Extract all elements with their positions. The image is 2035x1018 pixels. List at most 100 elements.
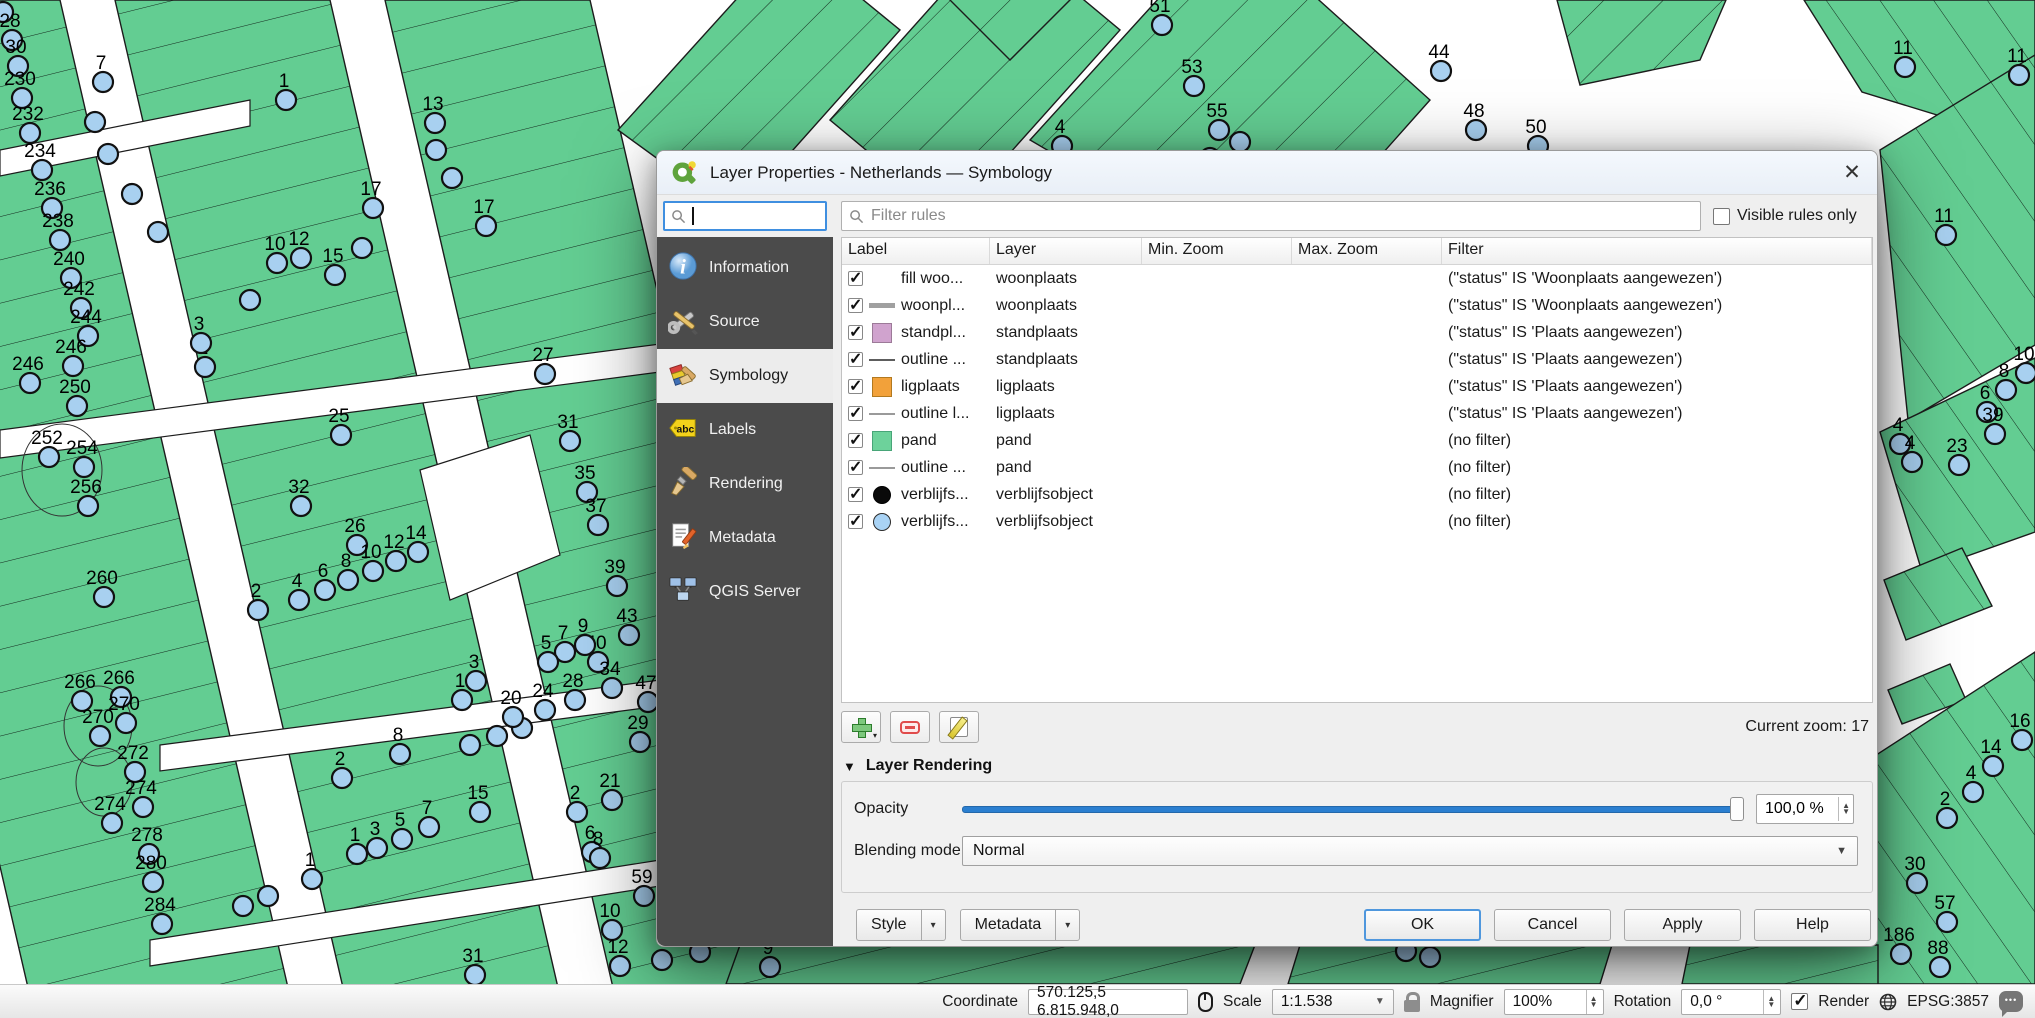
column-header-layer[interactable]: Layer xyxy=(990,238,1142,264)
rule-layer: standplaats xyxy=(990,319,1142,346)
map-marker xyxy=(248,600,268,620)
spinner-arrows-icon[interactable]: ▲▼ xyxy=(1838,797,1853,821)
rule-checkbox[interactable] xyxy=(848,298,863,313)
spinner-arrows-icon[interactable]: ▲▼ xyxy=(1763,990,1778,1014)
coordinate-input[interactable]: 570.125,5 6.815.948,0 xyxy=(1028,989,1188,1015)
dialog-titlebar[interactable]: Layer Properties - Netherlands — Symbolo… xyxy=(657,151,1877,195)
style-button[interactable]: Style xyxy=(856,909,922,941)
map-marker-label: 10 xyxy=(599,901,620,922)
map-marker-label: 6 xyxy=(0,0,6,4)
rule-label: outline ... xyxy=(901,459,966,477)
style-split-button[interactable]: Style ▾ xyxy=(856,909,946,941)
map-marker-label: 266 xyxy=(103,668,135,689)
map-marker-label: 274 xyxy=(94,794,126,815)
rule-row[interactable]: pandpand(no filter) xyxy=(842,427,1872,454)
mouse-extents-icon[interactable] xyxy=(1198,992,1213,1012)
map-marker xyxy=(1907,873,1927,893)
rule-checkbox[interactable] xyxy=(848,271,863,286)
rule-checkbox[interactable] xyxy=(848,460,863,475)
map-marker-label: 13 xyxy=(422,94,443,115)
render-checkbox[interactable] xyxy=(1791,993,1808,1010)
rule-checkbox[interactable] xyxy=(848,514,863,529)
rule-checkbox[interactable] xyxy=(848,406,863,421)
sidebar-item-labels[interactable]: abcLabels xyxy=(657,403,833,457)
map-marker-label: 1 xyxy=(455,671,466,692)
globe-icon[interactable] xyxy=(1879,993,1897,1011)
map-marker xyxy=(392,829,412,849)
rule-label: verblijfs... xyxy=(901,513,969,531)
metadata-split-button[interactable]: Metadata ▾ xyxy=(960,909,1081,941)
rule-checkbox[interactable] xyxy=(848,325,863,340)
map-marker xyxy=(590,848,610,868)
ok-button[interactable]: OK xyxy=(1364,909,1481,941)
add-rule-button[interactable]: ▾ xyxy=(841,711,881,743)
edit-rule-button[interactable] xyxy=(939,711,979,743)
rule-row[interactable]: fill woo...woonplaats("status" IS 'Woonp… xyxy=(842,265,1872,292)
rules-table[interactable]: LabelLayerMin. ZoomMax. ZoomFilter fill … xyxy=(841,237,1873,703)
map-marker xyxy=(452,690,472,710)
remove-rule-button[interactable] xyxy=(890,711,930,743)
layer-rendering-collapse[interactable]: ▼ Layer Rendering xyxy=(843,757,1877,775)
map-marker-label: 1 xyxy=(279,71,290,92)
opacity-slider[interactable] xyxy=(962,794,1744,824)
cancel-button[interactable]: Cancel xyxy=(1494,909,1611,941)
rule-row[interactable]: outline l...ligplaats("status" IS 'Plaat… xyxy=(842,400,1872,427)
map-marker xyxy=(20,123,40,143)
close-icon[interactable]: ✕ xyxy=(1827,151,1877,195)
sidebar-item-source[interactable]: Source xyxy=(657,295,833,349)
metadata-dropdown-arrow[interactable]: ▾ xyxy=(1056,909,1080,941)
map-marker xyxy=(1949,455,1969,475)
column-header-label[interactable]: Label xyxy=(842,238,990,264)
sidebar-item-qgis-server[interactable]: QGIS Server xyxy=(657,565,833,619)
chevron-down-icon: ▼ xyxy=(1375,996,1385,1007)
rule-checkbox[interactable] xyxy=(848,352,863,367)
map-marker-label: 11 xyxy=(1893,38,1913,59)
rule-row[interactable]: outline ...standplaats("status" IS 'Plaa… xyxy=(842,346,1872,373)
map-marker xyxy=(78,496,98,516)
rules-table-header[interactable]: LabelLayerMin. ZoomMax. ZoomFilter xyxy=(842,238,1872,265)
opacity-slider-handle[interactable] xyxy=(1730,797,1744,821)
rule-symbol-swatch xyxy=(869,485,895,505)
sidebar-search-input[interactable] xyxy=(663,201,827,231)
help-button[interactable]: Help xyxy=(1754,909,1871,941)
map-marker-label: 59 xyxy=(631,867,652,888)
style-dropdown-arrow[interactable]: ▾ xyxy=(922,909,946,941)
messages-icon[interactable]: ••• xyxy=(1999,991,2023,1012)
sidebar-item-rendering[interactable]: Rendering xyxy=(657,457,833,511)
sidebar-item-symbology[interactable]: Symbology xyxy=(657,349,833,403)
map-marker xyxy=(289,590,309,610)
rule-row[interactable]: verblijfs...verblijfsobject(no filter) xyxy=(842,508,1872,535)
column-header-filter[interactable]: Filter xyxy=(1442,238,1872,264)
magnifier-label: Magnifier xyxy=(1430,993,1494,1011)
visible-rules-checkbox[interactable] xyxy=(1713,208,1730,225)
map-marker xyxy=(122,184,142,204)
rule-row[interactable]: ligplaatsligplaats("status" IS 'Plaats a… xyxy=(842,373,1872,400)
minus-icon xyxy=(900,721,920,734)
magnifier-spinbox[interactable]: 100% ▲▼ xyxy=(1504,989,1604,1015)
sidebar-item-metadata[interactable]: Metadata xyxy=(657,511,833,565)
apply-button[interactable]: Apply xyxy=(1624,909,1741,941)
lock-icon[interactable] xyxy=(1404,1000,1420,1012)
rule-label: pand xyxy=(901,432,937,450)
scale-select[interactable]: 1:1.538 ▼ xyxy=(1272,989,1394,1015)
rule-row[interactable]: woonpl...woonplaats("status" IS 'Woonpla… xyxy=(842,292,1872,319)
rule-checkbox[interactable] xyxy=(848,433,863,448)
metadata-button[interactable]: Metadata xyxy=(960,909,1057,941)
sidebar-item-information[interactable]: iInformation xyxy=(657,241,833,295)
rotation-spinbox[interactable]: 0,0 ° ▲▼ xyxy=(1681,989,1781,1015)
opacity-spinbox[interactable]: 100,0 % ▲▼ xyxy=(1756,794,1854,824)
column-header-min-zoom[interactable]: Min. Zoom xyxy=(1142,238,1292,264)
epsg-label[interactable]: EPSG:3857 xyxy=(1907,993,1989,1011)
rule-checkbox[interactable] xyxy=(848,379,863,394)
rule-row[interactable]: standpl...standplaats("status" IS 'Plaat… xyxy=(842,319,1872,346)
blending-mode-select[interactable]: Normal ▼ xyxy=(962,836,1858,866)
layer-properties-dialog: Layer Properties - Netherlands — Symbolo… xyxy=(656,150,1878,947)
column-header-max-zoom[interactable]: Max. Zoom xyxy=(1292,238,1442,264)
rule-row[interactable]: verblijfs...verblijfsobject(no filter) xyxy=(842,481,1872,508)
map-marker-label: 5 xyxy=(541,633,552,654)
rule-symbol-swatch xyxy=(869,431,895,451)
rule-row[interactable]: outline ...pand(no filter) xyxy=(842,454,1872,481)
filter-rules-input[interactable]: Filter rules xyxy=(841,201,1701,231)
rule-checkbox[interactable] xyxy=(848,487,863,502)
spinner-arrows-icon[interactable]: ▲▼ xyxy=(1586,990,1601,1014)
